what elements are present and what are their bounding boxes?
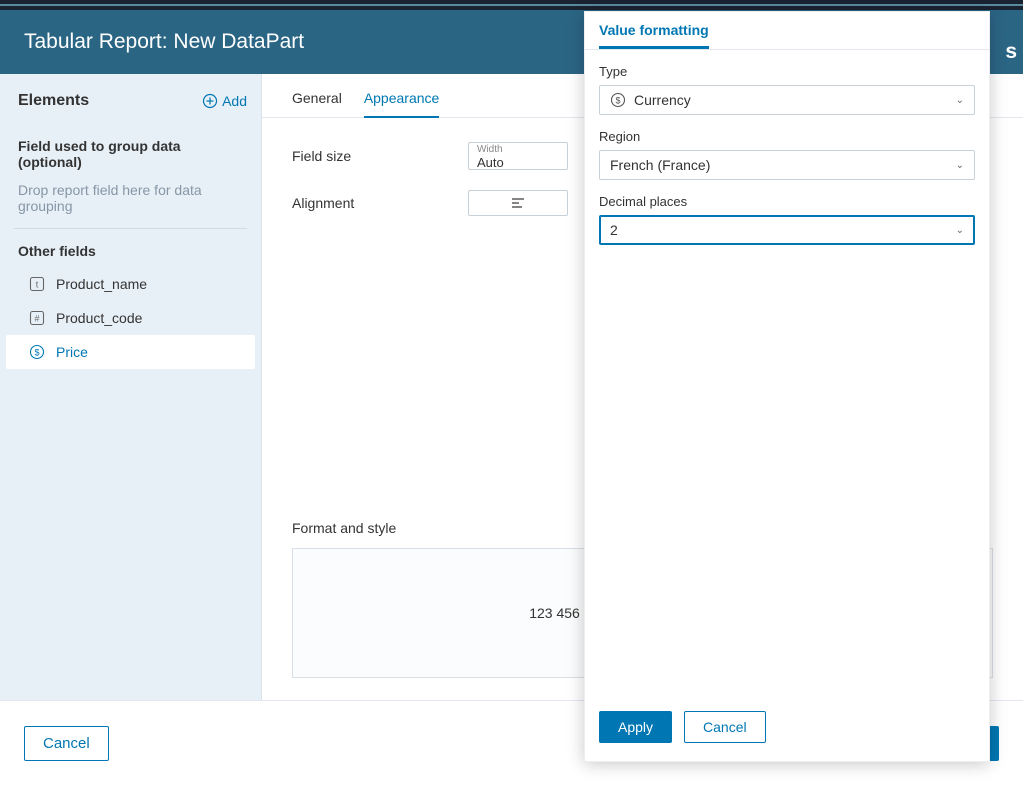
width-tiny-label: Width bbox=[477, 145, 559, 155]
sidebar-item-product-name[interactable]: t Product_name bbox=[6, 267, 255, 301]
popover-tab-value-formatting[interactable]: Value formatting bbox=[599, 12, 709, 49]
sidebar: Elements Add Field used to group data (o… bbox=[0, 74, 262, 700]
region-select[interactable]: French (France) ⌄ bbox=[599, 150, 975, 180]
alignment-select[interactable] bbox=[468, 190, 568, 216]
page-title: Tabular Report: New DataPart bbox=[24, 30, 304, 54]
tab-appearance[interactable]: Appearance bbox=[364, 90, 440, 118]
sidebar-item-label: Product_name bbox=[56, 276, 147, 292]
region-value: French (France) bbox=[610, 157, 710, 173]
apply-button[interactable]: Apply bbox=[599, 711, 672, 743]
type-label: Type bbox=[599, 64, 975, 79]
header-suffix-letter: s bbox=[1005, 40, 1017, 64]
sidebar-item-price[interactable]: $ Price bbox=[6, 335, 255, 369]
add-element-button[interactable]: Add bbox=[202, 93, 247, 109]
sidebar-item-product-code[interactable]: # Product_code bbox=[6, 301, 255, 335]
top-strip bbox=[0, 0, 1023, 10]
other-fields-title: Other fields bbox=[0, 229, 261, 267]
hash-icon: # bbox=[28, 309, 46, 327]
decimal-value: 2 bbox=[610, 222, 618, 238]
width-select[interactable]: Width Auto bbox=[468, 142, 568, 170]
sidebar-item-label: Price bbox=[56, 344, 88, 360]
currency-icon: $ bbox=[28, 343, 46, 361]
popover-cancel-button[interactable]: Cancel bbox=[684, 711, 766, 743]
plus-circle-icon bbox=[202, 93, 218, 109]
align-left-icon bbox=[511, 197, 525, 209]
type-value: Currency bbox=[634, 92, 691, 108]
chevron-down-icon: ⌄ bbox=[956, 160, 964, 171]
sidebar-item-label: Product_code bbox=[56, 310, 142, 326]
svg-text:$: $ bbox=[615, 96, 620, 106]
tab-general[interactable]: General bbox=[292, 90, 342, 117]
group-dropzone[interactable]: Drop report field here for data grouping bbox=[0, 178, 261, 228]
chevron-down-icon: ⌄ bbox=[956, 95, 964, 106]
field-size-label: Field size bbox=[292, 148, 468, 164]
width-value: Auto bbox=[477, 155, 504, 170]
text-icon: t bbox=[28, 275, 46, 293]
svg-text:t: t bbox=[36, 280, 39, 290]
chevron-down-icon: ⌄ bbox=[956, 225, 964, 236]
svg-text:$: $ bbox=[34, 348, 39, 358]
alignment-label: Alignment bbox=[292, 195, 468, 211]
cancel-button[interactable]: Cancel bbox=[24, 726, 109, 761]
region-label: Region bbox=[599, 129, 975, 144]
svg-text:#: # bbox=[34, 314, 39, 324]
currency-icon: $ bbox=[610, 92, 626, 108]
sidebar-title: Elements bbox=[18, 92, 89, 110]
decimal-places-label: Decimal places bbox=[599, 194, 975, 209]
value-formatting-popover: Value formatting Type $ Currency ⌄ Regio… bbox=[584, 11, 990, 762]
group-section-title: Field used to group data (optional) bbox=[0, 124, 261, 178]
type-select[interactable]: $ Currency ⌄ bbox=[599, 85, 975, 115]
add-label: Add bbox=[222, 93, 247, 109]
decimal-places-select[interactable]: 2 ⌄ bbox=[599, 215, 975, 245]
